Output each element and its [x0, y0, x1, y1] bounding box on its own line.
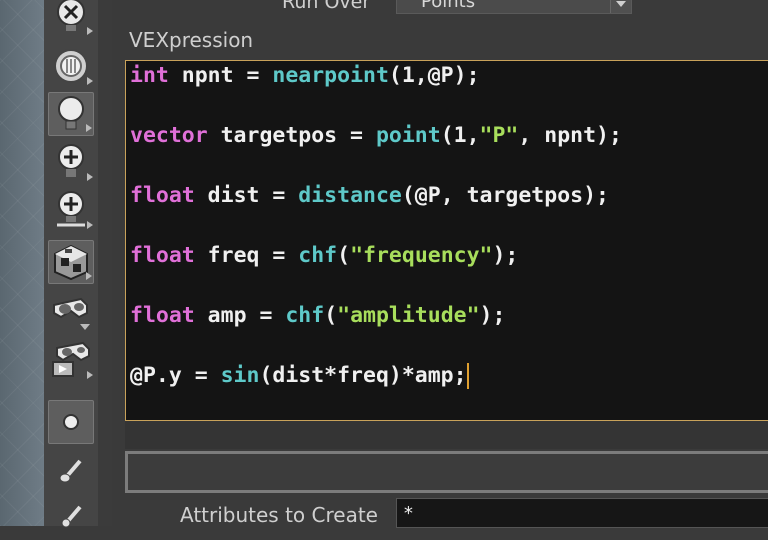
code-token-def: freq = [194, 243, 299, 268]
shelf-tool-add-light[interactable] [48, 140, 94, 184]
attributes-to-create-label: Attributes to Create [180, 503, 378, 527]
shelf-tool-point-light[interactable] [48, 92, 94, 136]
shelf-tool-pen[interactable] [48, 496, 94, 540]
tool-menu-arrow [87, 173, 93, 181]
code-token-def: ( [324, 303, 338, 328]
tool-menu-arrow [80, 324, 90, 330]
shelf-toolbar [44, 0, 99, 528]
remove-light-icon [57, 0, 85, 31]
run-over-value: Points [421, 0, 476, 12]
shelf-tool-spot-light[interactable] [48, 188, 94, 232]
shelf-tool-ambient-light[interactable] [48, 44, 94, 88]
vex-code-editor[interactable]: int npnt = nearpoint(1,@P); vector target… [125, 60, 768, 421]
chevron-down-icon [610, 0, 631, 13]
code-token-def: amp = [194, 303, 286, 328]
code-token-def: dist = [194, 183, 299, 208]
tool-menu-arrow [87, 77, 93, 85]
tool-menu-arrow [87, 27, 93, 35]
code-line: vector targetpos = point(1,"P", npnt); [130, 123, 768, 183]
code-token-def: @P.y = [130, 363, 221, 388]
code-line: float amp = chf("amplitude"); [130, 303, 768, 363]
parameter-panel: Run Over Points VEXpression int npnt = n… [112, 0, 768, 528]
attributes-to-create-input[interactable]: * [396, 498, 768, 528]
text-field[interactable] [125, 451, 768, 493]
tool-menu-arrow [86, 124, 92, 132]
shelf-tool-stereo-camera[interactable] [48, 290, 94, 334]
vr-camera-icon [52, 341, 90, 377]
viewport-edge [0, 0, 44, 526]
add-light-icon [58, 144, 84, 177]
shelf-tool-null-object[interactable] [48, 400, 94, 444]
code-token-func: sin [220, 363, 260, 388]
code-token-type: float [130, 183, 195, 208]
code-token-str: "amplitude" [337, 303, 480, 328]
code-token-func: nearpoint [272, 63, 389, 88]
code-token-def: (@P, targetpos); [401, 183, 609, 208]
code-token-func: distance [298, 183, 402, 208]
editor-footer [125, 421, 768, 449]
run-over-dropdown[interactable]: Points [396, 0, 632, 14]
code-token-str: "frequency" [350, 243, 493, 268]
code-token-def: npnt = [168, 63, 273, 88]
code-token-def: ); [479, 303, 506, 328]
environment-light-icon [54, 244, 88, 281]
code-token-def: (dist*freq)*amp; [259, 363, 467, 388]
code-token-type: float [130, 243, 195, 268]
tool-menu-arrow [87, 371, 93, 379]
code-token-func: chf [285, 303, 325, 328]
tool-menu-arrow [86, 272, 92, 280]
code-token-def: (1, [440, 123, 480, 148]
ambient-light-icon [54, 49, 88, 83]
code-token-type: vector [130, 123, 208, 148]
shelf-tool-environment-light[interactable] [48, 240, 94, 284]
code-token-def: ); [492, 243, 519, 268]
code-token-func: chf [298, 243, 338, 268]
null-object-icon [63, 414, 79, 430]
code-token-type: int [130, 63, 169, 88]
pen-icon [61, 505, 82, 528]
shelf-tool-remove-light[interactable] [48, 0, 94, 38]
text-caret [466, 363, 469, 389]
code-token-def: targetpos = [207, 123, 376, 148]
code-line: int npnt = nearpoint(1,@P); [130, 63, 768, 123]
tool-menu-arrow [87, 221, 93, 229]
panel-divider [98, 0, 112, 526]
code-token-def: (1,@P); [388, 63, 480, 88]
code-line: float dist = distance(@P, targetpos); [130, 183, 768, 243]
code-token-type: float [130, 303, 195, 328]
code-token-def: ( [337, 243, 351, 268]
code-token-str: "P" [479, 123, 519, 148]
code-line: float freq = chf("frequency"); [130, 243, 768, 303]
vexpression-label: VEXpression [129, 28, 254, 52]
code-line: @P.y = sin(dist*freq)*amp; [130, 363, 768, 423]
code-token-def: , npnt); [518, 123, 622, 148]
run-over-label: Run Over [282, 0, 371, 13]
brush-icon [59, 459, 82, 483]
shelf-tool-brush[interactable] [48, 450, 94, 494]
spot-light-icon [57, 191, 85, 227]
point-light-icon [58, 96, 84, 130]
shelf-tool-vr-camera[interactable] [48, 338, 94, 382]
code-token-func: point [375, 123, 441, 148]
